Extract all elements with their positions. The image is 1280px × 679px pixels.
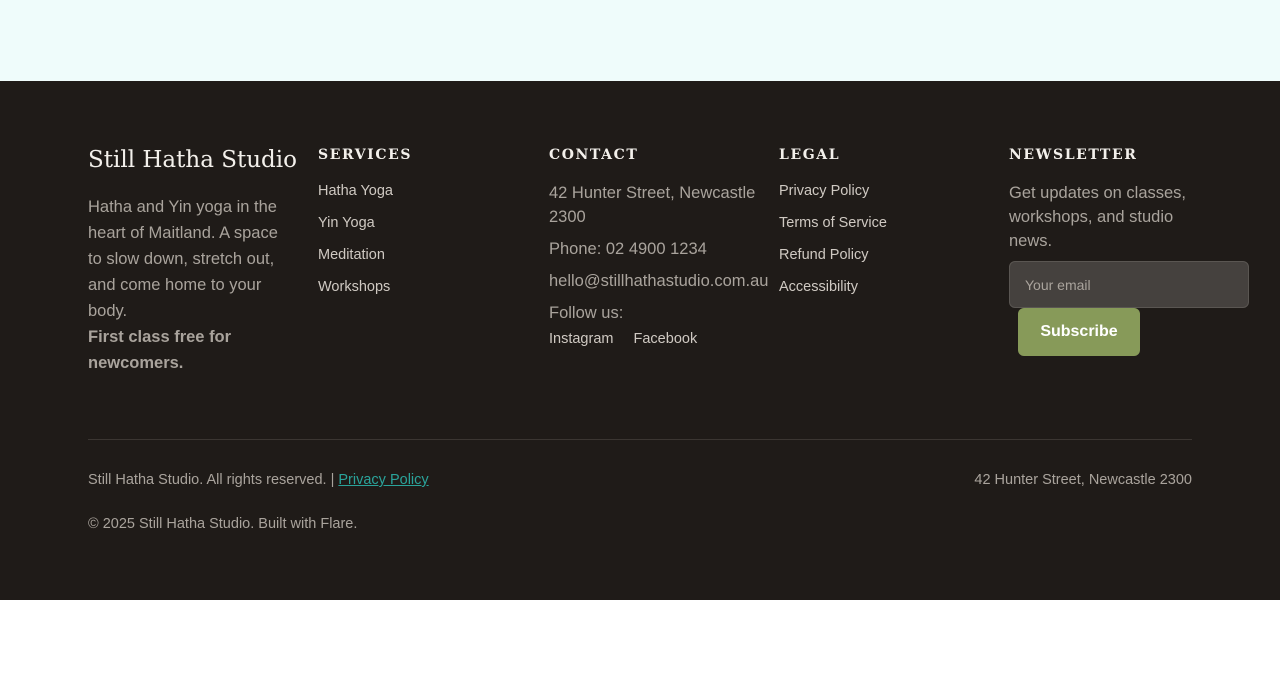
- contact-phone[interactable]: Phone: 02 4900 1234: [549, 237, 784, 261]
- rights-text: Still Hatha Studio. All rights reserved.…: [88, 472, 335, 488]
- footer-brand-name[interactable]: Still Hatha Studio: [88, 147, 297, 173]
- legal-link-refund-policy[interactable]: Refund Policy: [779, 245, 887, 277]
- services-link-hatha-yoga[interactable]: Hatha Yoga: [318, 181, 393, 213]
- brand-highlight-text: First class free for newcomers.: [88, 328, 232, 372]
- legal-link-privacy-policy[interactable]: Privacy Policy: [779, 181, 887, 213]
- contact-details: 42 Hunter Street, Newcastle 2300 Phone: …: [549, 181, 784, 347]
- legal-list: Privacy Policy Terms of Service Refund P…: [779, 181, 887, 309]
- footer-copyright: © 2025 Still Hatha Studio. Built with Fl…: [88, 516, 358, 532]
- services-link-workshops[interactable]: Workshops: [318, 277, 393, 309]
- social-link-instagram[interactable]: Instagram: [549, 331, 613, 347]
- services-heading: SERVICES: [318, 147, 413, 163]
- services-link-yin-yoga[interactable]: Yin Yoga: [318, 213, 393, 245]
- footer-divider: [88, 439, 1192, 440]
- services-list: Hatha Yoga Yin Yoga Meditation Workshops: [318, 181, 393, 309]
- footer-brand-description: Hatha and Yin yoga in the heart of Maitl…: [88, 194, 278, 376]
- page-top-section: [0, 0, 1280, 81]
- site-footer: Still Hatha Studio Hatha and Yin yoga in…: [0, 81, 1280, 600]
- brand-description-text: Hatha and Yin yoga in the heart of Maitl…: [88, 198, 278, 320]
- bottom-privacy-policy-link[interactable]: Privacy Policy: [338, 472, 428, 488]
- contact-email[interactable]: hello@stillhathastudio.com.au: [549, 269, 784, 293]
- subscribe-button[interactable]: Subscribe: [1018, 308, 1140, 356]
- social-links: Instagram Facebook: [549, 331, 784, 347]
- services-link-meditation[interactable]: Meditation: [318, 245, 393, 277]
- legal-heading: LEGAL: [779, 147, 841, 163]
- newsletter-heading: NEWSLETTER: [1009, 147, 1138, 163]
- social-link-facebook[interactable]: Facebook: [634, 331, 698, 347]
- legal-link-terms-of-service[interactable]: Terms of Service: [779, 213, 887, 245]
- newsletter-description: Get updates on classes, workshops, and s…: [1009, 184, 1187, 250]
- footer-rights: Still Hatha Studio. All rights reserved.…: [88, 472, 429, 488]
- contact-heading: CONTACT: [549, 147, 639, 163]
- footer-bottom-address: 42 Hunter Street, Newcastle 2300: [974, 472, 1192, 488]
- contact-follow-label: Follow us:: [549, 304, 624, 322]
- newsletter-email-input[interactable]: [1009, 261, 1249, 308]
- legal-link-accessibility[interactable]: Accessibility: [779, 277, 887, 309]
- page-bottom-section: [0, 600, 1280, 679]
- contact-address: 42 Hunter Street, Newcastle 2300: [549, 184, 756, 226]
